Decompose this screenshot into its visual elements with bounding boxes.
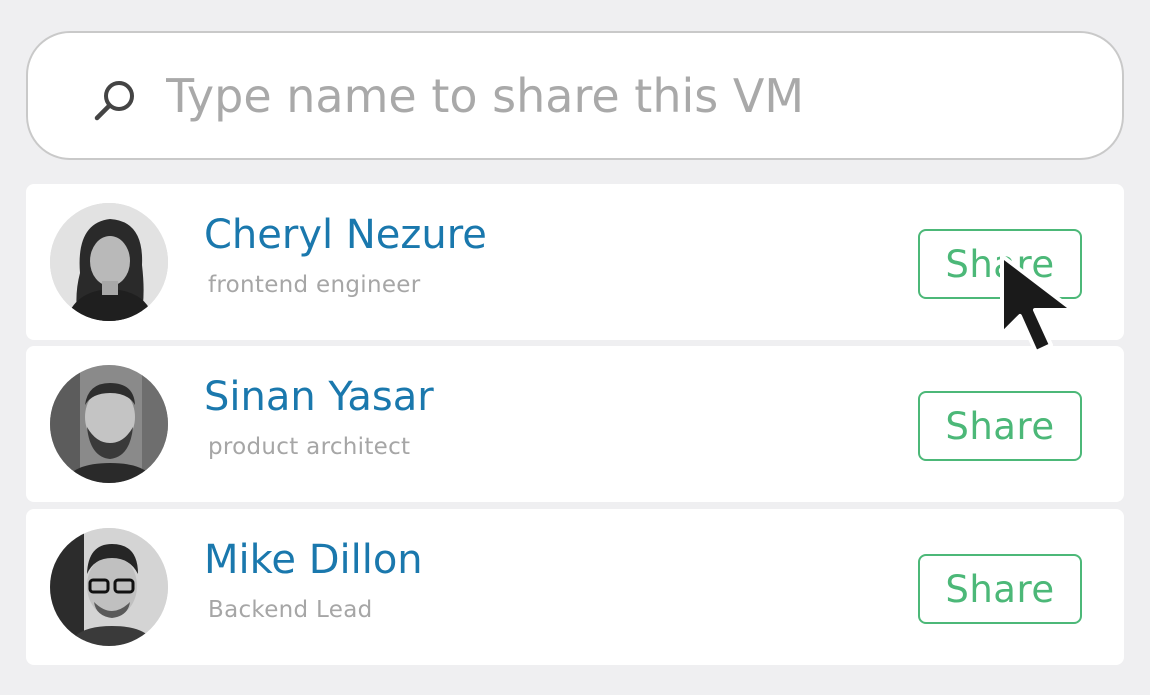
share-button[interactable]: Share bbox=[918, 391, 1082, 461]
share-button[interactable]: Share bbox=[918, 554, 1082, 624]
search-icon bbox=[94, 81, 134, 121]
user-row-cheryl-nezure: Cheryl Nezure frontend engineer Share bbox=[26, 184, 1124, 340]
user-row-sinan-yasar: Sinan Yasar product architect Share bbox=[26, 346, 1124, 502]
user-name: Mike Dillon bbox=[204, 537, 423, 583]
avatar bbox=[50, 203, 168, 321]
search-input[interactable] bbox=[166, 61, 1066, 131]
user-name: Sinan Yasar bbox=[204, 374, 434, 420]
user-role: frontend engineer bbox=[208, 272, 421, 298]
avatar bbox=[50, 365, 168, 483]
user-row-mike-dillon: Mike Dillon Backend Lead Share bbox=[26, 509, 1124, 665]
share-vm-panel: Cheryl Nezure frontend engineer Share Si… bbox=[0, 0, 1150, 695]
avatar bbox=[50, 528, 168, 646]
user-role: Backend Lead bbox=[208, 597, 373, 623]
user-role: product architect bbox=[208, 434, 411, 460]
search-box[interactable] bbox=[26, 31, 1124, 160]
user-name: Cheryl Nezure bbox=[204, 212, 487, 258]
share-button[interactable]: Share bbox=[918, 229, 1082, 299]
